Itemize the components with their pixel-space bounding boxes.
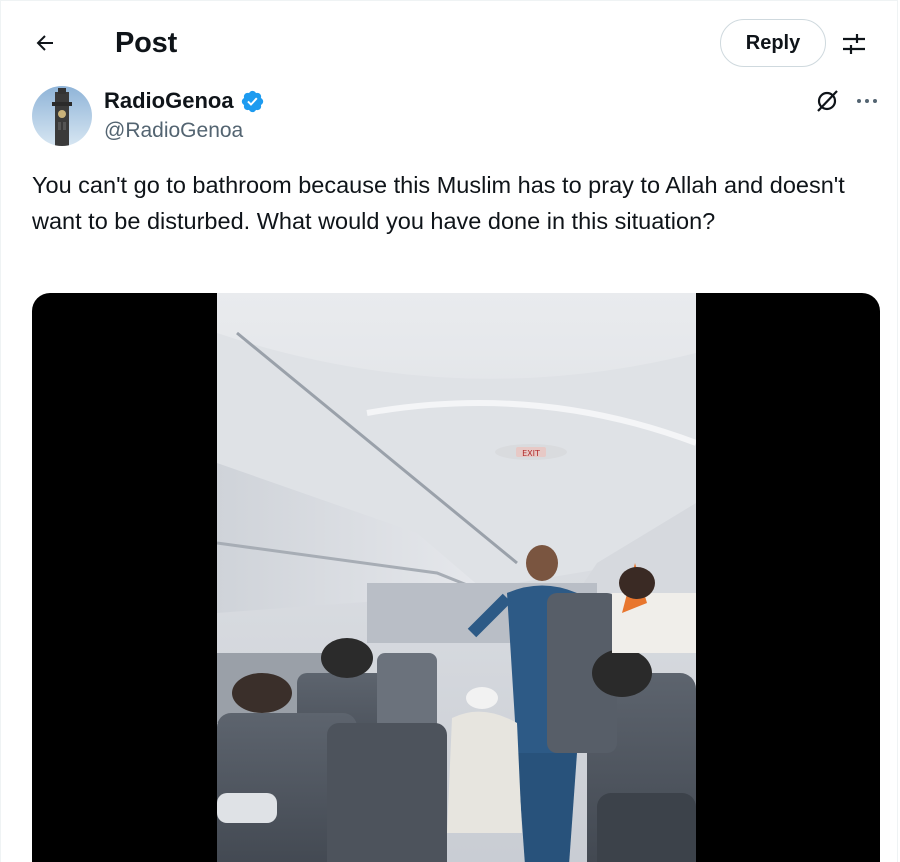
back-button[interactable] (25, 23, 65, 63)
author-handle[interactable]: @RadioGenoa (104, 118, 243, 144)
tower-avatar (32, 86, 92, 146)
video-frame: EXIT (217, 293, 696, 862)
author-name[interactable]: RadioGenoa (104, 87, 234, 115)
verified-badge-icon (240, 89, 265, 114)
arrow-left-icon (36, 35, 53, 51)
avatar[interactable] (32, 86, 92, 146)
more-button[interactable] (851, 85, 883, 117)
header: Post Reply (1, 1, 897, 85)
sliders-icon (843, 34, 865, 54)
post-text: You can't go to bathroom because this Mu… (32, 172, 845, 234)
filter-button[interactable] (833, 23, 875, 65)
exit-sign-text: EXIT (522, 449, 540, 458)
more-dots-icon (857, 99, 877, 103)
post-page: Post Reply RadioGenoa @RadioGenoa You ca… (0, 0, 898, 862)
airplane-cabin-image: EXIT (217, 293, 696, 862)
reply-button[interactable]: Reply (720, 19, 826, 67)
grok-icon (817, 90, 838, 112)
grok-button[interactable] (811, 85, 843, 117)
author-name-row: RadioGenoa (104, 87, 265, 115)
page-title: Post (115, 27, 178, 59)
video-player[interactable]: EXIT (32, 293, 880, 862)
